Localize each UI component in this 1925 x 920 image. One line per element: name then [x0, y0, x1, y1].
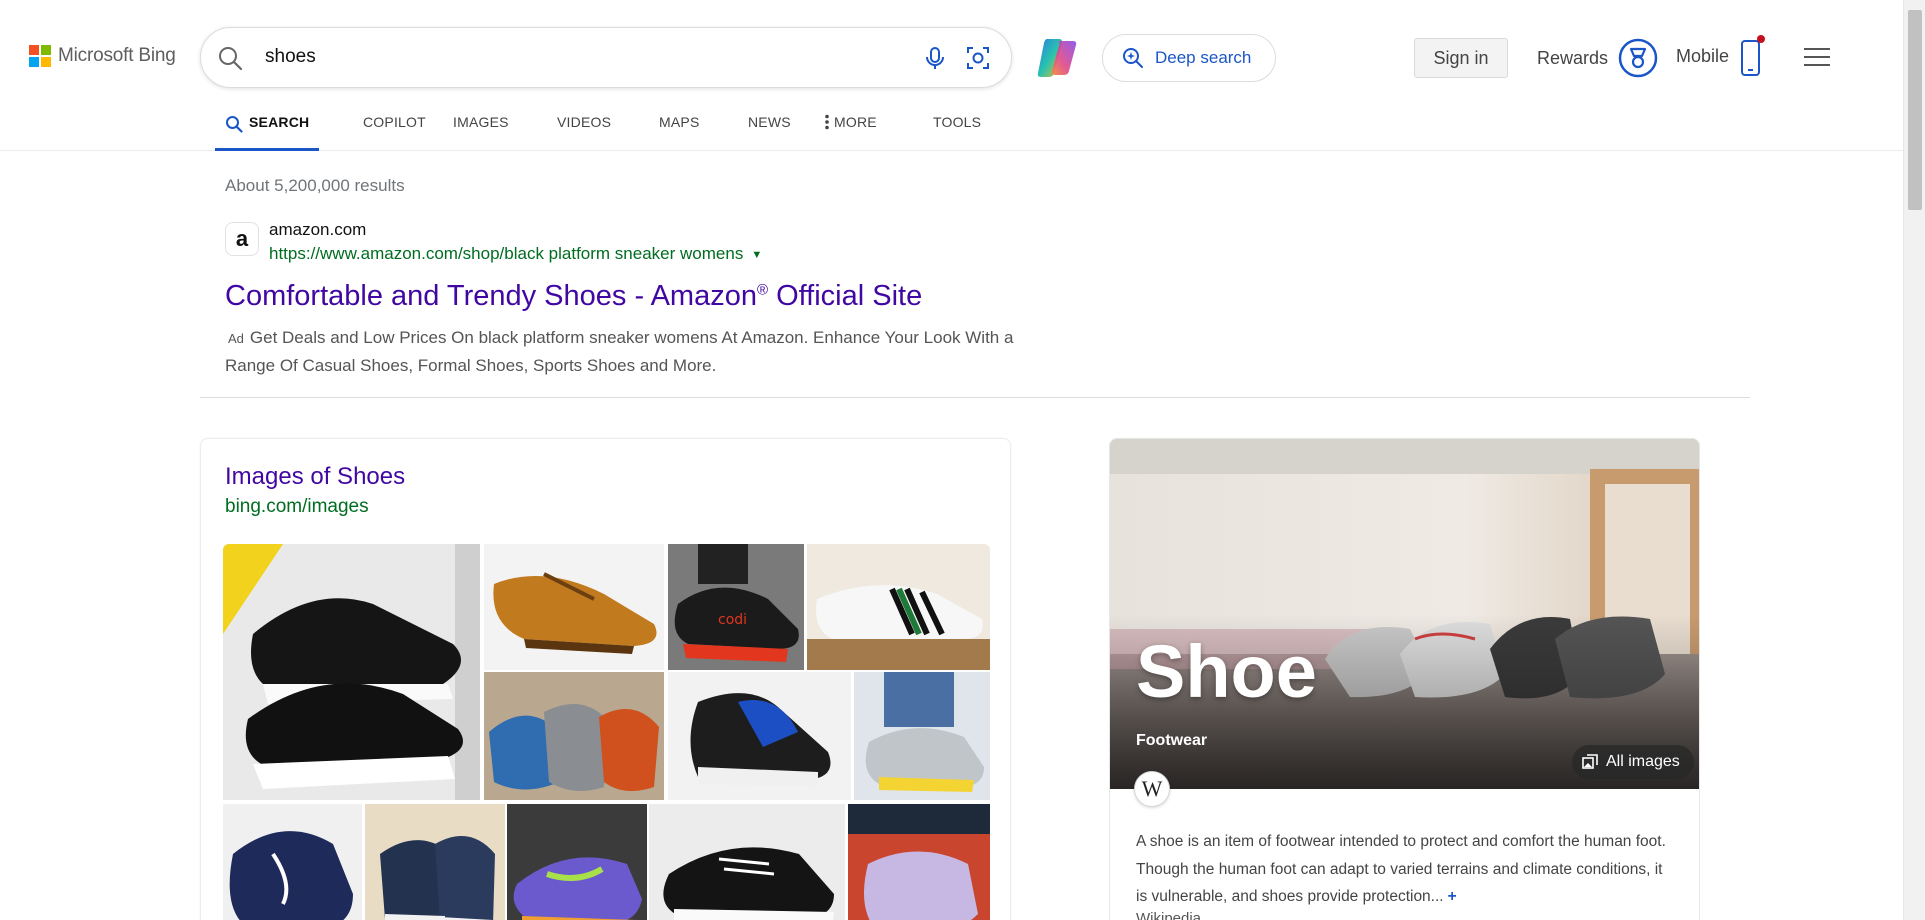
- header: Microsoft Bing shoes Deep search Sign in…: [0, 0, 1925, 151]
- expand-more-button[interactable]: +: [1448, 888, 1457, 905]
- search-box[interactable]: shoes: [200, 27, 1012, 88]
- microsoft-logo-icon: [29, 45, 51, 67]
- copilot-icon[interactable]: [1033, 33, 1081, 81]
- shoe-image-thumbnail[interactable]: [848, 804, 990, 920]
- visual-search-icon[interactable]: [964, 44, 992, 72]
- deep-search-label: Deep search: [1155, 48, 1252, 67]
- shoe-image-thumbnail[interactable]: [854, 672, 990, 800]
- shoe-image-thumbnail[interactable]: [223, 544, 480, 800]
- ad-url[interactable]: https://www.amazon.com/shop/black platfo…: [269, 244, 762, 264]
- all-images-label: All images: [1606, 753, 1680, 770]
- kp-description: A shoe is an item of footwear intended t…: [1136, 833, 1666, 905]
- shoe-image-thumbnail[interactable]: codi: [668, 544, 804, 670]
- divider: [200, 397, 1750, 398]
- ad-description: Ad Get Deals and Low Prices On black plat…: [225, 324, 1015, 379]
- menu-icon[interactable]: [1803, 46, 1831, 68]
- rewards-button[interactable]: Rewards: [1537, 38, 1658, 78]
- more-dots-icon: [825, 114, 829, 130]
- shoe-image-thumbnail[interactable]: [484, 544, 664, 670]
- logo-text: Microsoft Bing: [58, 45, 176, 66]
- kp-subtitle: Footwear: [1136, 732, 1208, 749]
- deep-search-icon: [1123, 48, 1143, 68]
- amazon-favicon-icon: a: [225, 222, 259, 256]
- sign-in-button[interactable]: Sign in: [1414, 38, 1508, 78]
- results-count: About 5,200,000 results: [225, 176, 405, 195]
- ad-site-name[interactable]: amazon.com: [269, 220, 366, 240]
- shoe-image-thumbnail[interactable]: [507, 804, 647, 920]
- ad-badge: Ad: [228, 331, 244, 346]
- tab-images[interactable]: IMAGES: [453, 100, 557, 151]
- microphone-icon[interactable]: [921, 44, 949, 72]
- tab-maps[interactable]: MAPS: [659, 100, 748, 151]
- shoe-image-thumbnail[interactable]: [365, 804, 505, 920]
- scrollbar-thumb[interactable]: [1908, 10, 1922, 210]
- shoe-image-thumbnail[interactable]: [223, 804, 362, 920]
- deep-search-button[interactable]: Deep search: [1102, 34, 1276, 82]
- rewards-label: Rewards: [1537, 47, 1609, 68]
- knowledge-panel: Shoe Footwear All images W A shoe is an …: [1109, 438, 1700, 920]
- tab-search[interactable]: SEARCH: [215, 100, 319, 151]
- tab-more[interactable]: MORE: [824, 100, 933, 151]
- mobile-label: Mobile: [1676, 45, 1730, 66]
- tab-copilot[interactable]: COPILOT: [363, 100, 453, 151]
- search-tab-icon: [226, 116, 243, 133]
- scrollbar[interactable]: [1903, 0, 1925, 920]
- ad-title-link[interactable]: Comfortable and Trendy Shoes - Amazon® O…: [225, 280, 922, 313]
- images-card-title[interactable]: Images of Shoes: [225, 463, 405, 491]
- svg-text:codi: codi: [718, 612, 747, 628]
- kp-title: Shoe: [1136, 630, 1317, 713]
- images-card: Images of Shoes bing.com/images codi: [200, 438, 1011, 920]
- shoe-image-thumbnail[interactable]: [668, 672, 851, 800]
- shoe-image-thumbnail[interactable]: [484, 672, 664, 800]
- rewards-medal-icon: [1618, 38, 1658, 78]
- tab-videos[interactable]: VIDEOS: [557, 100, 659, 151]
- kp-source[interactable]: Wikipedia: [1136, 910, 1201, 920]
- scope-tabs: SEARCH COPILOT IMAGES VIDEOS MAPS NEWS M…: [215, 100, 981, 151]
- shoe-image-thumbnail[interactable]: [807, 544, 990, 670]
- images-card-url[interactable]: bing.com/images: [225, 496, 369, 518]
- tab-tools[interactable]: TOOLS: [933, 100, 981, 151]
- tab-news[interactable]: NEWS: [748, 100, 824, 151]
- shoe-image-thumbnail[interactable]: [649, 804, 845, 920]
- all-images-button[interactable]: All images: [1572, 745, 1694, 779]
- caret-down-icon[interactable]: ▼: [751, 249, 762, 261]
- images-stack-icon: [1582, 754, 1598, 769]
- phone-icon: [1741, 35, 1766, 76]
- search-input[interactable]: shoes: [265, 46, 316, 68]
- search-icon[interactable]: [217, 45, 243, 71]
- mobile-button[interactable]: Mobile: [1676, 34, 1766, 78]
- wikipedia-icon[interactable]: W: [1134, 771, 1170, 807]
- bing-logo[interactable]: Microsoft Bing: [29, 45, 176, 67]
